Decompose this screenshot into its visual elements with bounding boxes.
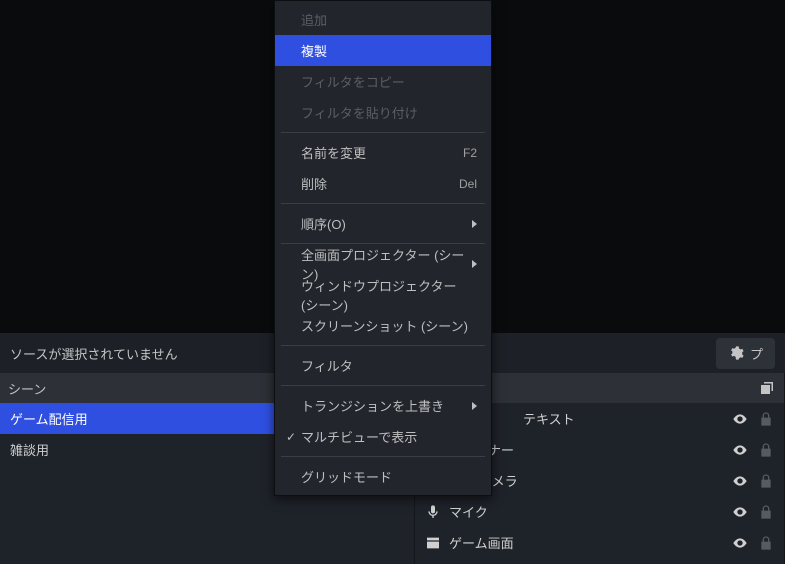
context-menu-item[interactable]: フィルタ: [275, 350, 491, 381]
gear-icon: [728, 345, 744, 361]
context-menu-item[interactable]: スクリーンショット (シーン): [275, 310, 491, 341]
context-menu-item-label: グリッドモード: [301, 467, 477, 486]
chevron-right-icon: [472, 260, 477, 268]
context-menu-item[interactable]: ✓マルチビューで表示: [275, 421, 491, 452]
context-menu-item[interactable]: 全画面プロジェクター (シーン): [275, 248, 491, 279]
context-menu-item-label: スクリーンショット (シーン): [301, 316, 477, 335]
context-menu-item[interactable]: 複製: [275, 35, 491, 66]
context-menu-item[interactable]: 削除Del: [275, 168, 491, 199]
context-menu: 追加複製フィルタをコピーフィルタを貼り付け名前を変更F2削除Del順序(O)全画…: [274, 0, 492, 496]
context-menu-item-label: 追加: [301, 10, 477, 29]
lock-icon[interactable]: [758, 442, 774, 458]
eye-icon[interactable]: [732, 535, 748, 551]
context-menu-item-label: トランジションを上書き: [301, 396, 472, 415]
restore-panels-icon[interactable]: [758, 379, 776, 397]
context-menu-separator: [281, 456, 485, 457]
context-menu-item: 追加: [275, 4, 491, 35]
scene-item-label: ゲーム配信用: [10, 412, 88, 427]
scenes-panel-title: シーン: [8, 379, 46, 398]
no-source-message: ソースが選択されていません: [10, 344, 178, 363]
context-menu-separator: [281, 385, 485, 386]
context-menu-item[interactable]: ウィンドウプロジェクター (シーン): [275, 279, 491, 310]
context-menu-item[interactable]: トランジションを上書き: [275, 390, 491, 421]
context-menu-item-label: フィルタをコピー: [301, 72, 477, 91]
lock-icon[interactable]: [758, 473, 774, 489]
lock-icon[interactable]: [758, 411, 774, 427]
context-menu-shortcut: F2: [463, 146, 477, 160]
context-menu-item-label: 削除: [301, 174, 459, 193]
source-item[interactable]: ゲーム画面: [415, 527, 784, 558]
source-item-label: ゲーム画面: [449, 533, 724, 552]
context-menu-item-label: フィルタを貼り付け: [301, 103, 477, 122]
lock-icon[interactable]: [758, 504, 774, 520]
properties-button[interactable]: プ: [716, 338, 775, 369]
context-menu-item: フィルタをコピー: [275, 66, 491, 97]
context-menu-item[interactable]: 順序(O): [275, 208, 491, 239]
context-menu-item: フィルタを貼り付け: [275, 97, 491, 128]
context-menu-item[interactable]: グリッドモード: [275, 461, 491, 492]
check-icon: ✓: [281, 430, 301, 444]
eye-icon[interactable]: [732, 411, 748, 427]
context-menu-shortcut: Del: [459, 177, 477, 191]
context-menu-item-label: 複製: [301, 41, 477, 60]
lock-icon[interactable]: [758, 535, 774, 551]
properties-button-label: プ: [750, 344, 763, 363]
context-menu-separator: [281, 345, 485, 346]
chevron-right-icon: [472, 402, 477, 410]
eye-icon[interactable]: [732, 442, 748, 458]
context-menu-separator: [281, 203, 485, 204]
context-menu-item-label: フィルタ: [301, 356, 477, 375]
source-item-label: マイク: [449, 502, 724, 521]
source-item[interactable]: マイク: [415, 496, 784, 527]
source-item-label: テキスト: [523, 409, 724, 428]
eye-icon[interactable]: [732, 504, 748, 520]
window-icon: [425, 535, 441, 551]
context-menu-item-label: 名前を変更: [301, 143, 463, 162]
mic-icon: [425, 504, 441, 520]
chevron-right-icon: [472, 220, 477, 228]
context-menu-item-label: マルチビューで表示: [301, 427, 477, 446]
context-menu-item-label: 順序(O): [301, 214, 472, 233]
context-menu-item[interactable]: 名前を変更F2: [275, 137, 491, 168]
scene-item-label: 雑談用: [10, 443, 49, 458]
context-menu-item-label: ウィンドウプロジェクター (シーン): [301, 276, 477, 314]
eye-icon[interactable]: [732, 473, 748, 489]
context-menu-separator: [281, 132, 485, 133]
